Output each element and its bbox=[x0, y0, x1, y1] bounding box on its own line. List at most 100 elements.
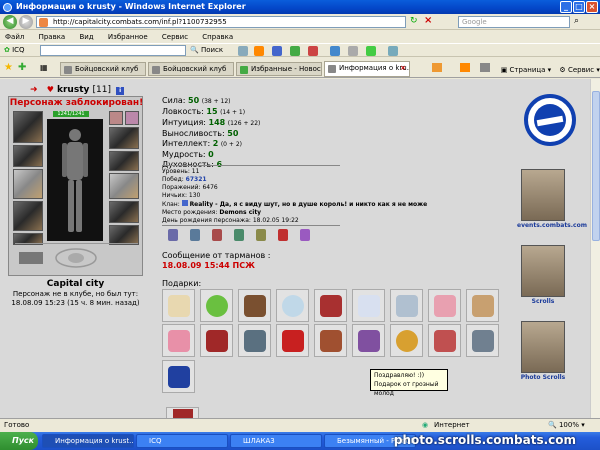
quick-tabs-icon[interactable]: ▦ bbox=[40, 63, 48, 72]
toolbar-icon-3[interactable] bbox=[272, 46, 282, 56]
page-menu[interactable]: ▣ Страница ▾ bbox=[501, 66, 551, 74]
combats-logo[interactable] bbox=[524, 94, 576, 146]
gift-item[interactable] bbox=[390, 289, 423, 322]
menu-file[interactable]: Файл bbox=[5, 31, 24, 43]
url-text: http://capitalcity.combats.com/inf.pl?11… bbox=[53, 18, 227, 26]
leggings-slot[interactable] bbox=[109, 201, 139, 223]
url-input[interactable]: http://capitalcity.combats.com/inf.pl?11… bbox=[36, 16, 406, 28]
earring-slot[interactable] bbox=[109, 111, 123, 125]
arrow-icon[interactable]: ➜ bbox=[30, 85, 38, 95]
add-favorites-icon[interactable]: ✚ bbox=[18, 62, 26, 73]
gift-item[interactable] bbox=[162, 324, 195, 357]
menu-edit[interactable]: Правка bbox=[39, 31, 66, 43]
toolbar-icon-7[interactable] bbox=[348, 46, 358, 56]
menu-view[interactable]: Вид bbox=[79, 31, 93, 43]
close-button[interactable]: × bbox=[586, 1, 598, 13]
taskbar-item-ie[interactable]: Информация о krust... bbox=[42, 434, 134, 448]
gift-item[interactable] bbox=[466, 289, 499, 322]
gift-item[interactable] bbox=[200, 289, 233, 322]
weapon-slot[interactable] bbox=[13, 169, 43, 199]
home-icon[interactable] bbox=[432, 63, 442, 72]
menu-tools[interactable]: Сервис bbox=[162, 31, 188, 43]
taskbar-item-icq[interactable]: ICQ bbox=[136, 434, 228, 448]
stop-icon[interactable]: × bbox=[424, 15, 432, 26]
toolbar-icon-1[interactable] bbox=[238, 46, 248, 56]
print-icon[interactable] bbox=[480, 63, 491, 72]
gift-item[interactable] bbox=[352, 289, 385, 322]
toolbar-icon-2[interactable] bbox=[254, 46, 264, 56]
tab-combats-2[interactable]: Бойцовский клуб bbox=[148, 62, 234, 76]
offhand-slot[interactable] bbox=[109, 173, 139, 199]
toolbar-icon-4[interactable] bbox=[290, 46, 300, 56]
gift-item-partial[interactable] bbox=[166, 407, 199, 418]
toolbar-icon-6[interactable] bbox=[330, 46, 340, 56]
tab-close-icon[interactable]: × bbox=[400, 62, 406, 74]
gift-item[interactable] bbox=[390, 324, 423, 357]
gift-item[interactable] bbox=[238, 324, 271, 357]
gift-item[interactable] bbox=[200, 324, 233, 357]
armor-slot[interactable] bbox=[13, 201, 43, 231]
badge-icon[interactable] bbox=[168, 229, 178, 241]
menu-help[interactable]: Справка bbox=[202, 31, 233, 43]
badge-icon[interactable] bbox=[190, 229, 200, 241]
search-icon[interactable]: ⌕ bbox=[574, 16, 579, 26]
gift-item[interactable] bbox=[276, 324, 309, 357]
tab-combats-1[interactable]: Бойцовский клуб bbox=[60, 62, 146, 76]
start-button[interactable]: Пуск bbox=[0, 432, 38, 450]
amulet-slot[interactable] bbox=[125, 111, 139, 125]
badge-icon[interactable] bbox=[234, 229, 244, 241]
favorites-star-icon[interactable]: ★ bbox=[4, 62, 13, 73]
helmet-slot[interactable] bbox=[13, 111, 43, 143]
vertical-scrollbar[interactable] bbox=[590, 79, 600, 418]
scrollbar-thumb[interactable] bbox=[592, 91, 600, 241]
gift-item[interactable] bbox=[352, 324, 385, 357]
character-info: Уровень: 11 Побед: 67321 Поражений: 6476… bbox=[162, 168, 427, 225]
gift-item[interactable] bbox=[162, 360, 195, 393]
tab-favorites-news[interactable]: Избранные - Новости bbox=[236, 62, 322, 76]
maximize-button[interactable]: □ bbox=[573, 1, 585, 13]
minimize-button[interactable]: _ bbox=[560, 1, 572, 13]
refresh-icon[interactable]: ↻ bbox=[410, 16, 418, 26]
events-link[interactable]: events.combats.com bbox=[517, 169, 587, 229]
forward-icon[interactable]: ▶ bbox=[19, 15, 33, 29]
gift-item[interactable] bbox=[466, 324, 499, 357]
search-button[interactable]: 🔍 Поиск bbox=[190, 44, 223, 57]
back-icon[interactable]: ◀ bbox=[3, 15, 17, 29]
toolbar-icon-5[interactable] bbox=[308, 46, 318, 56]
toolbar-search-combo[interactable] bbox=[40, 45, 186, 56]
tooltip-line-2: Подарок от грозный молод bbox=[374, 381, 439, 397]
gift-item[interactable] bbox=[238, 289, 271, 322]
icq-button[interactable]: ✿ ICQ bbox=[4, 44, 25, 57]
badge-icon[interactable] bbox=[212, 229, 222, 241]
scrolls-link[interactable]: Scrolls bbox=[517, 245, 569, 305]
photo-scrolls-link[interactable]: Photo Scrolls bbox=[517, 321, 569, 381]
gift-item[interactable] bbox=[314, 324, 347, 357]
zoom-control[interactable]: 🔍 100% ▾ bbox=[548, 419, 585, 432]
badge-icon[interactable] bbox=[300, 229, 310, 241]
clan-link[interactable]: Reality bbox=[190, 201, 214, 208]
feeds-icon[interactable] bbox=[460, 63, 471, 72]
gift-item[interactable] bbox=[276, 289, 309, 322]
service-menu[interactable]: ⚙ Сервис ▾ bbox=[559, 66, 599, 74]
menu-favorites[interactable]: Избранное bbox=[108, 31, 148, 43]
rings-slot[interactable] bbox=[109, 151, 139, 171]
toolbar-icon-8[interactable] bbox=[366, 46, 376, 56]
photo-scrolls-caption[interactable]: Photo Scrolls bbox=[517, 374, 569, 381]
events-caption[interactable]: events.combats.com bbox=[517, 222, 587, 229]
gloves-slot[interactable] bbox=[109, 127, 139, 149]
scrolls-caption[interactable]: Scrolls bbox=[517, 298, 569, 305]
badge-icon[interactable] bbox=[278, 229, 288, 241]
service-menu-label: Сервис bbox=[567, 66, 595, 74]
tab-character-info[interactable]: Информация о kru... × bbox=[324, 61, 410, 77]
search-input[interactable]: Google bbox=[458, 16, 570, 28]
toolbar-icon-9[interactable] bbox=[388, 46, 398, 56]
gift-item[interactable] bbox=[428, 289, 461, 322]
badge-icon[interactable] bbox=[256, 229, 266, 241]
taskbar-item-folder[interactable]: ШЛАКА3 bbox=[230, 434, 322, 448]
bracers-slot[interactable] bbox=[13, 145, 43, 167]
boots-slot[interactable] bbox=[109, 225, 139, 245]
gift-item[interactable] bbox=[162, 289, 195, 322]
gift-item[interactable] bbox=[314, 289, 347, 322]
info-icon[interactable]: i bbox=[116, 87, 125, 95]
gift-item[interactable] bbox=[428, 324, 461, 357]
